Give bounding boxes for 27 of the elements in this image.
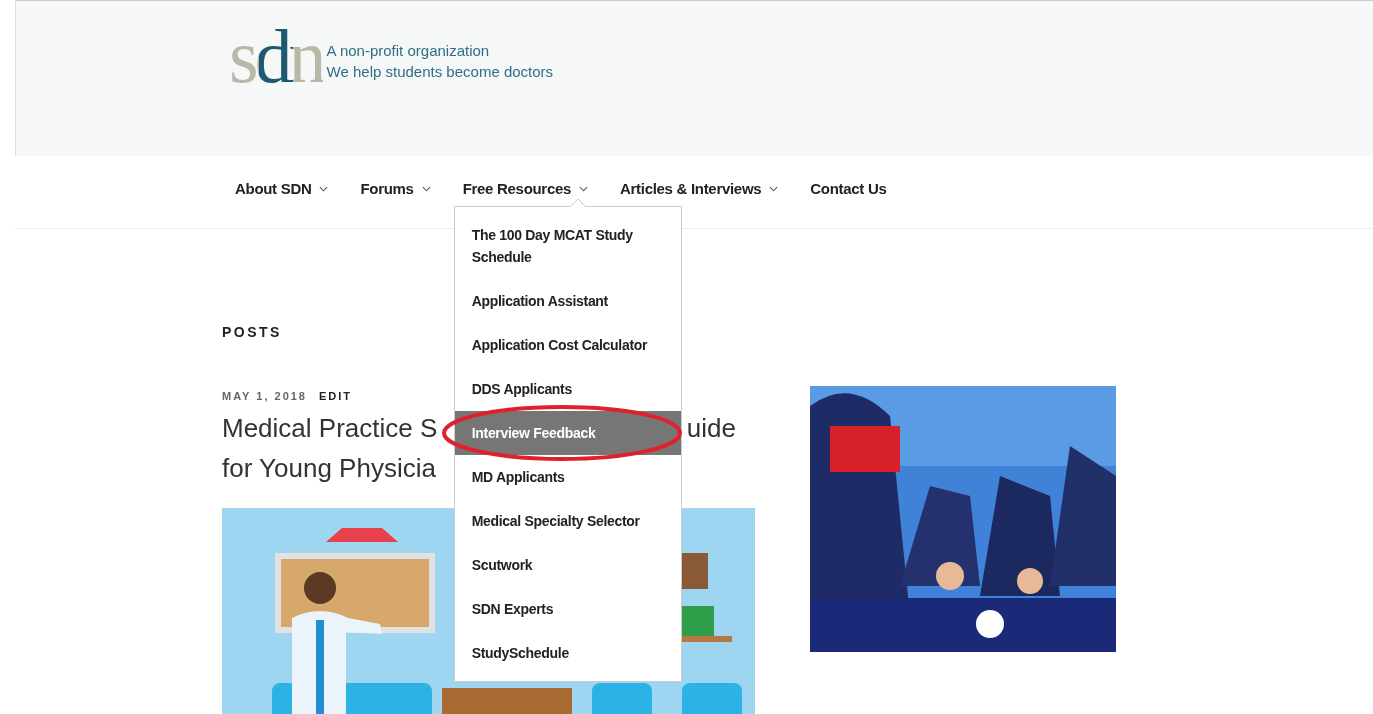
menu-item[interactable]: Scutwork: [454, 543, 681, 587]
nav-link[interactable]: Free Resources: [462, 180, 589, 197]
menu-item[interactable]: DDS Applicants: [454, 367, 681, 411]
chevron-down-icon: [319, 185, 329, 192]
menu-item[interactable]: Medical Specialty Selector: [454, 499, 681, 543]
tagline: We help students become doctors: [326, 62, 554, 82]
edit-link[interactable]: EDIT: [319, 390, 353, 402]
menu-item[interactable]: StudySchedule: [454, 631, 681, 675]
section-heading: POSTS: [222, 324, 283, 340]
chevron-down-icon: [579, 185, 589, 192]
post-title[interactable]: for Young Physicia: [222, 448, 436, 488]
nav-link[interactable]: Contact Us: [810, 180, 887, 197]
menu-item[interactable]: Interview Feedback: [454, 411, 681, 455]
menu-item[interactable]: The 100 Day MCAT Study Schedule: [454, 213, 681, 279]
post-title[interactable]: uide: [686, 408, 736, 448]
menu-item[interactable]: SDN Experts: [454, 587, 681, 631]
chevron-down-icon: [421, 185, 431, 192]
nav-link[interactable]: About SDN: [235, 180, 329, 197]
nav-link[interactable]: Forums: [360, 180, 431, 197]
post-title[interactable]: Medical Practice S: [222, 408, 438, 448]
menu-item[interactable]: Application Assistant: [454, 279, 681, 323]
nav-link[interactable]: Articles & Interviews: [620, 180, 779, 197]
chevron-down-icon: [769, 185, 779, 192]
tagline: A non-profit organization: [326, 41, 491, 61]
post-date[interactable]: MAY 1, 2018: [222, 390, 307, 402]
menu-item[interactable]: MD Applicants: [454, 455, 681, 499]
menu-item[interactable]: Application Cost Calculator: [454, 323, 681, 367]
